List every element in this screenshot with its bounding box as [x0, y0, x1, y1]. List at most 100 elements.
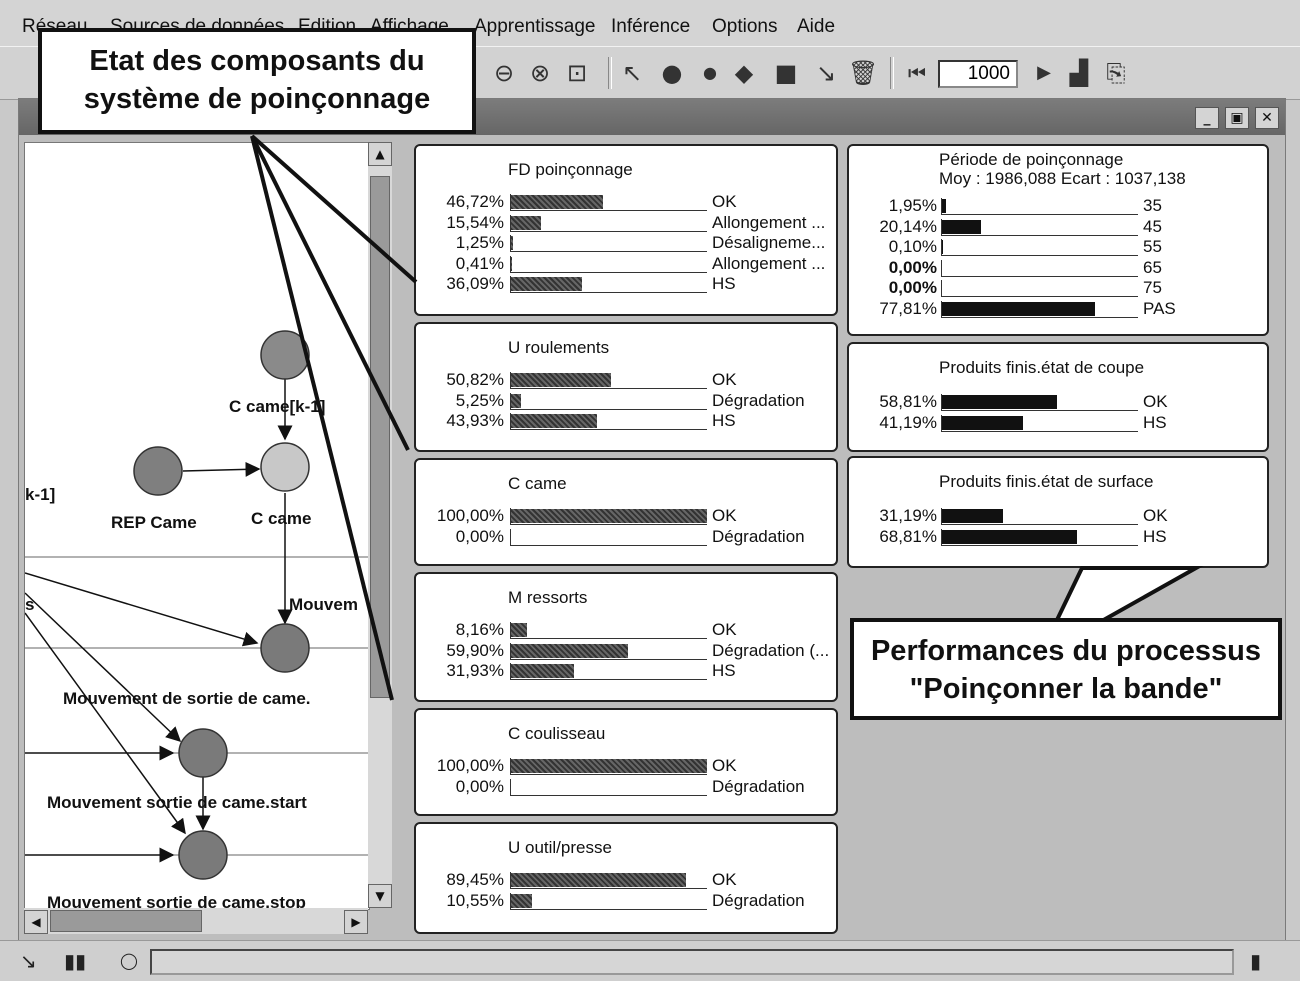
monitor-title: Période de poinçonnage — [939, 150, 1123, 170]
histogram-icon[interactable]: ▟ — [1065, 59, 1093, 87]
menu-options[interactable]: Options — [712, 16, 777, 38]
monitor-left-1[interactable]: U roulements50,82%OK5,25%Dégradation43,9… — [414, 322, 838, 452]
menu-apprentissage[interactable]: Apprentissage — [474, 16, 595, 38]
monitor-title: Produits finis.état de surface — [939, 472, 1154, 492]
probability-track — [510, 779, 707, 796]
monitor-right-1[interactable]: Produits finis.état de coupe58,81%OK41,1… — [847, 342, 1269, 452]
scroll-left-icon[interactable]: ◀ — [24, 910, 48, 934]
state-label: OK — [712, 370, 838, 390]
probability-value: 20,14% — [849, 217, 937, 237]
monitor-row: 5,25% Dégradation — [416, 391, 836, 411]
node-icon[interactable]: ● — [658, 59, 686, 87]
probability-bar — [511, 216, 541, 230]
monitor-row: 43,93%HS — [416, 411, 836, 431]
probability-bar — [511, 644, 628, 658]
iterations-input[interactable]: 1000 — [938, 60, 1018, 88]
probability-bar — [942, 416, 1023, 430]
probability-bar — [511, 373, 611, 387]
scroll-up-icon[interactable]: ▲ — [368, 142, 392, 166]
monitor-right-2[interactable]: Produits finis.état de surface31,19%OK68… — [847, 456, 1269, 568]
menu-aide[interactable]: Aide — [797, 16, 835, 38]
node-label-mvt-sortie: Mouvement de sortie de came. — [63, 689, 311, 709]
probability-track — [510, 663, 707, 680]
network-view-icon[interactable]: ↘ — [20, 949, 37, 973]
probability-track — [941, 239, 1138, 256]
probability-value: 5,25% — [416, 391, 504, 411]
trash-icon[interactable]: ▮ — [1250, 949, 1261, 973]
probability-value: 68,81% — [849, 527, 937, 547]
state-label: PAS — [1143, 299, 1263, 319]
probability-value: 50,82% — [416, 370, 504, 390]
monitor-left-2[interactable]: C came100,00%OK0,00%Dégradation — [414, 458, 838, 566]
probability-value: 1,95% — [849, 196, 937, 216]
monitor-view-icon[interactable]: ▮▮ — [64, 949, 86, 973]
small-node-icon[interactable]: ● — [696, 59, 724, 87]
monitor-row: 0,00%Dégradation — [416, 527, 836, 547]
monitor-subtitle: Moy : 1986,088 Ecart : 1037,138 — [939, 169, 1186, 189]
network-canvas[interactable]: C came[k-1] REP Came C came k-1] Mouvem … — [24, 142, 370, 910]
monitor-left-0[interactable]: FD poinçonnage46,72%OK15,54%Allongement … — [414, 144, 838, 316]
monitor-row: 41,19% HS — [849, 413, 1267, 433]
callout-performances: Performances du processus "Poinçonner la… — [850, 618, 1282, 720]
scroll-right-icon[interactable]: ▶ — [344, 910, 368, 934]
probability-value: 1,25% — [416, 233, 504, 253]
monitor-left-4[interactable]: C coulisseau 100,00%OK0,00%Dégradation — [414, 708, 838, 816]
state-label: Désaligneme... — [712, 233, 838, 253]
probability-bar — [511, 236, 513, 250]
select-area-icon[interactable]: ⊡ — [563, 59, 591, 87]
node-rep-came — [134, 447, 182, 495]
monitor-title: Produits finis.état de coupe — [939, 358, 1144, 378]
delete-icon[interactable]: 🗑 — [848, 59, 876, 87]
close-icon[interactable]: ✕ — [1255, 107, 1279, 129]
monitor-left-5[interactable]: U outil/presse89,45%OK10,55%Dégradation — [414, 822, 838, 934]
state-label: HS — [712, 661, 838, 681]
monitor-row: 68,81%HS — [849, 527, 1267, 547]
utility-icon[interactable]: ■ — [772, 59, 800, 87]
probability-bar — [511, 277, 582, 291]
monitor-row: 0,00%Dégradation — [416, 777, 836, 797]
scroll-thumb[interactable] — [50, 910, 202, 932]
state-label: HS — [1143, 413, 1263, 433]
monitor-row: 100,00%OK — [416, 756, 836, 776]
toolbar-separator — [608, 57, 612, 89]
vertical-scrollbar[interactable]: ▲ ▼ — [368, 142, 392, 908]
attach-icon[interactable]: ⎘ — [1102, 59, 1130, 87]
arrow-icon[interactable]: ↘ — [812, 59, 840, 87]
scroll-down-icon[interactable]: ▼ — [368, 884, 392, 908]
probability-value: 10,55% — [416, 891, 504, 911]
play-icon[interactable]: ▶ — [1030, 59, 1058, 87]
probability-bar — [942, 199, 946, 213]
probability-value: 41,19% — [849, 413, 937, 433]
horizontal-scrollbar[interactable]: ◀ ▶ — [24, 908, 368, 934]
first-icon[interactable]: ⏮ — [903, 59, 931, 87]
probability-track — [510, 215, 707, 232]
monitor-right-0[interactable]: Période de poinçonnageMoy : 1986,088 Eca… — [847, 144, 1269, 336]
probability-track — [510, 872, 707, 889]
node-mvt-stop — [179, 831, 227, 879]
decision-icon[interactable]: ◆ — [730, 59, 758, 87]
probability-track — [941, 394, 1138, 411]
probability-value: 43,93% — [416, 411, 504, 431]
probability-value: 0,00% — [849, 278, 937, 298]
pointer-icon[interactable]: ↖ — [618, 59, 646, 87]
zoom-out-icon[interactable]: ⊖ — [490, 59, 518, 87]
probability-track — [941, 280, 1138, 297]
monitor-title: U roulements — [508, 338, 609, 358]
scroll-thumb[interactable] — [370, 176, 390, 698]
node-label-mvt-start: Mouvement sortie de came.start — [47, 793, 307, 813]
zoom-fit-icon[interactable]: ⊗ — [526, 59, 554, 87]
probability-track — [510, 372, 707, 389]
monitor-title: M ressorts — [508, 588, 587, 608]
node-label-c-came-prev: C came[k-1] — [229, 397, 325, 417]
node-c-came — [261, 443, 309, 491]
menu-inference[interactable]: Inférence — [611, 16, 690, 38]
probability-track — [941, 508, 1138, 525]
state-label: Dégradation — [712, 391, 838, 411]
probability-track — [510, 393, 707, 410]
minimize-icon[interactable]: _ — [1195, 107, 1219, 129]
probability-value: 0,00% — [416, 777, 504, 797]
probability-bar — [942, 220, 981, 234]
monitor-title: C coulisseau — [508, 724, 605, 744]
monitor-left-3[interactable]: M ressorts8,16%OK59,90%Dégradation (...3… — [414, 572, 838, 702]
restore-icon[interactable]: ▣ — [1225, 107, 1249, 129]
